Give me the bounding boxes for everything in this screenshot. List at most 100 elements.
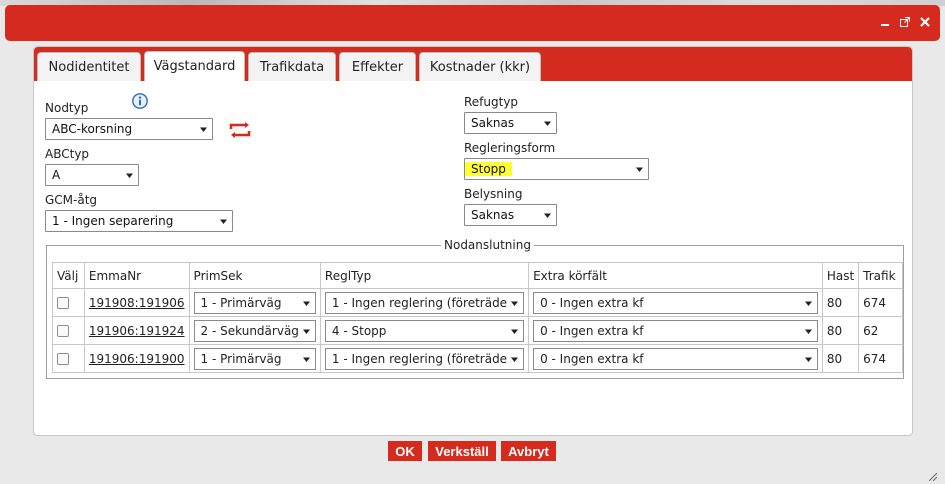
resize-grip-icon[interactable] bbox=[928, 470, 938, 482]
chevron-down-icon bbox=[511, 357, 519, 362]
column-header-valj: Välj bbox=[52, 262, 85, 289]
nodanslutning-table: Välj EmmaNr PrimSek ReglTyp Extra körfäl… bbox=[52, 262, 903, 373]
refugtyp-value: Saknas bbox=[471, 116, 515, 130]
refugtyp-label: Refugtyp bbox=[464, 95, 519, 109]
primsek-value: 2 - Sekundärväg bbox=[200, 323, 299, 338]
gcm-select[interactable]: 1 - Ingen separering bbox=[45, 210, 233, 232]
close-icon[interactable] bbox=[918, 15, 932, 29]
regltyp-select[interactable]: 1 - Ingen reglering (företräde bbox=[324, 291, 525, 314]
abctyp-label: ABCtyp bbox=[45, 147, 90, 161]
ok-button[interactable]: OK bbox=[388, 441, 422, 461]
column-header-trafik: Trafik bbox=[858, 262, 903, 289]
belysning-select[interactable]: Saknas bbox=[464, 204, 557, 226]
swap-icon[interactable] bbox=[228, 121, 252, 139]
extra-korfalt-select[interactable]: 0 - Ingen extra kf bbox=[533, 347, 818, 370]
hast-cell: 80 bbox=[821, 316, 860, 345]
column-header-emmanr: EmmaNr bbox=[83, 262, 190, 289]
primsek-select[interactable]: 1 - Primärväg bbox=[193, 347, 316, 370]
chevron-down-icon bbox=[511, 301, 519, 306]
row-checkbox[interactable] bbox=[57, 325, 69, 337]
emmanr-link[interactable]: 191906:191900 bbox=[89, 352, 185, 366]
regleringsform-label: Regleringsform bbox=[464, 141, 556, 155]
row-checkbox[interactable] bbox=[57, 353, 69, 365]
trafik-cell: 62 bbox=[858, 316, 903, 345]
nodtyp-select[interactable]: ABC-korsning bbox=[45, 118, 213, 140]
regltyp-value: 1 - Ingen reglering (företräde bbox=[331, 295, 508, 310]
cancel-button[interactable]: Avbryt bbox=[501, 441, 556, 461]
chevron-down-icon bbox=[544, 121, 551, 126]
refugtyp-select[interactable]: Saknas bbox=[464, 112, 557, 134]
emmanr-cell: 191908:191906 bbox=[83, 288, 190, 317]
column-header-regltyp: ReglTyp bbox=[319, 262, 530, 289]
belysning-value: Saknas bbox=[471, 208, 515, 222]
chevron-down-icon bbox=[302, 329, 310, 334]
chevron-down-icon bbox=[302, 301, 310, 306]
select-cell bbox=[52, 316, 85, 345]
primsek-select[interactable]: 1 - Primärväg bbox=[193, 291, 316, 314]
tab-kostnader[interactable]: Kostnader (kkr) bbox=[419, 52, 541, 81]
primsek-cell: 2 - Sekundärväg bbox=[188, 316, 321, 345]
emmanr-link[interactable]: 191908:191906 bbox=[89, 296, 185, 310]
nodtyp-label: Nodtyp bbox=[45, 101, 89, 115]
minimize-icon[interactable] bbox=[878, 15, 892, 29]
primsek-cell: 1 - Primärväg bbox=[188, 344, 321, 373]
chevron-down-icon bbox=[804, 329, 812, 334]
info-icon[interactable] bbox=[132, 93, 148, 109]
gcm-label: GCM-åtg bbox=[45, 193, 98, 207]
table-row: 191906:191900 1 - Primärväg 1 - Ingen re… bbox=[52, 344, 903, 373]
extra-korfalt-select[interactable]: 0 - Ingen extra kf bbox=[533, 291, 818, 314]
abctyp-value: A bbox=[52, 168, 61, 182]
extra-korfalt-value: 0 - Ingen extra kf bbox=[540, 295, 644, 310]
regltyp-cell: 1 - Ingen reglering (företräde bbox=[319, 344, 530, 373]
abctyp-select[interactable]: A bbox=[45, 164, 139, 186]
apply-button[interactable]: Verkställ bbox=[428, 441, 496, 461]
regltyp-select[interactable]: 1 - Ingen reglering (företräde bbox=[324, 347, 525, 370]
trafik-cell: 674 bbox=[858, 344, 903, 373]
tab-effekter[interactable]: Effekter bbox=[339, 52, 416, 81]
regltyp-cell: 1 - Ingen reglering (företräde bbox=[319, 288, 530, 317]
tab-vagstandard[interactable]: Vägstandard bbox=[144, 51, 245, 81]
regltyp-select[interactable]: 4 - Stopp bbox=[324, 319, 525, 342]
primsek-value: 1 - Primärväg bbox=[200, 295, 282, 310]
chevron-down-icon bbox=[302, 357, 310, 362]
primsek-value: 1 - Primärväg bbox=[200, 351, 282, 366]
chevron-down-icon bbox=[636, 167, 643, 172]
chevron-down-icon bbox=[804, 357, 812, 362]
regleringsform-select[interactable]: Stopp bbox=[464, 158, 649, 180]
belysning-label: Belysning bbox=[464, 187, 523, 201]
popout-icon[interactable] bbox=[898, 15, 912, 29]
table-row: 191906:191924 2 - Sekundärväg 4 - Stopp … bbox=[52, 316, 903, 345]
hast-cell: 80 bbox=[821, 344, 860, 373]
primsek-select[interactable]: 2 - Sekundärväg bbox=[193, 319, 316, 342]
gcm-value: 1 - Ingen separering bbox=[52, 214, 174, 228]
regltyp-value: 4 - Stopp bbox=[331, 323, 387, 338]
extra-korfalt-cell: 0 - Ingen extra kf bbox=[528, 344, 823, 373]
trafik-cell: 674 bbox=[858, 288, 903, 317]
chevron-down-icon bbox=[220, 219, 227, 224]
column-header-extra-korfalt: Extra körfält bbox=[528, 262, 823, 289]
dialog-titlebar[interactable] bbox=[5, 5, 940, 41]
extra-korfalt-select[interactable]: 0 - Ingen extra kf bbox=[533, 319, 818, 342]
node-dialog: Nodidentitet Vägstandard Trafikdata Effe… bbox=[33, 46, 913, 436]
chevron-down-icon bbox=[804, 301, 812, 306]
row-checkbox[interactable] bbox=[57, 297, 69, 309]
extra-korfalt-value: 0 - Ingen extra kf bbox=[540, 351, 644, 366]
nodtyp-value: ABC-korsning bbox=[52, 122, 133, 136]
extra-korfalt-cell: 0 - Ingen extra kf bbox=[528, 316, 823, 345]
nodanslutning-legend: Nodanslutning bbox=[441, 238, 534, 252]
tab-strip: Nodidentitet Vägstandard Trafikdata Effe… bbox=[34, 47, 912, 81]
tab-trafikdata[interactable]: Trafikdata bbox=[248, 52, 336, 81]
extra-korfalt-cell: 0 - Ingen extra kf bbox=[528, 288, 823, 317]
regleringsform-value: Stopp bbox=[465, 162, 512, 176]
chevron-down-icon bbox=[511, 329, 519, 334]
column-header-primsek: PrimSek bbox=[188, 262, 321, 289]
chevron-down-icon bbox=[200, 127, 207, 132]
chevron-down-icon bbox=[544, 213, 551, 218]
chevron-down-icon bbox=[126, 173, 133, 178]
tab-nodidentitet[interactable]: Nodidentitet bbox=[37, 52, 141, 81]
window-controls bbox=[878, 15, 932, 29]
emmanr-cell: 191906:191900 bbox=[83, 344, 190, 373]
emmanr-link[interactable]: 191906:191924 bbox=[89, 324, 185, 338]
select-cell bbox=[52, 288, 85, 317]
table-row: 191908:191906 1 - Primärväg 1 - Ingen re… bbox=[52, 288, 903, 317]
